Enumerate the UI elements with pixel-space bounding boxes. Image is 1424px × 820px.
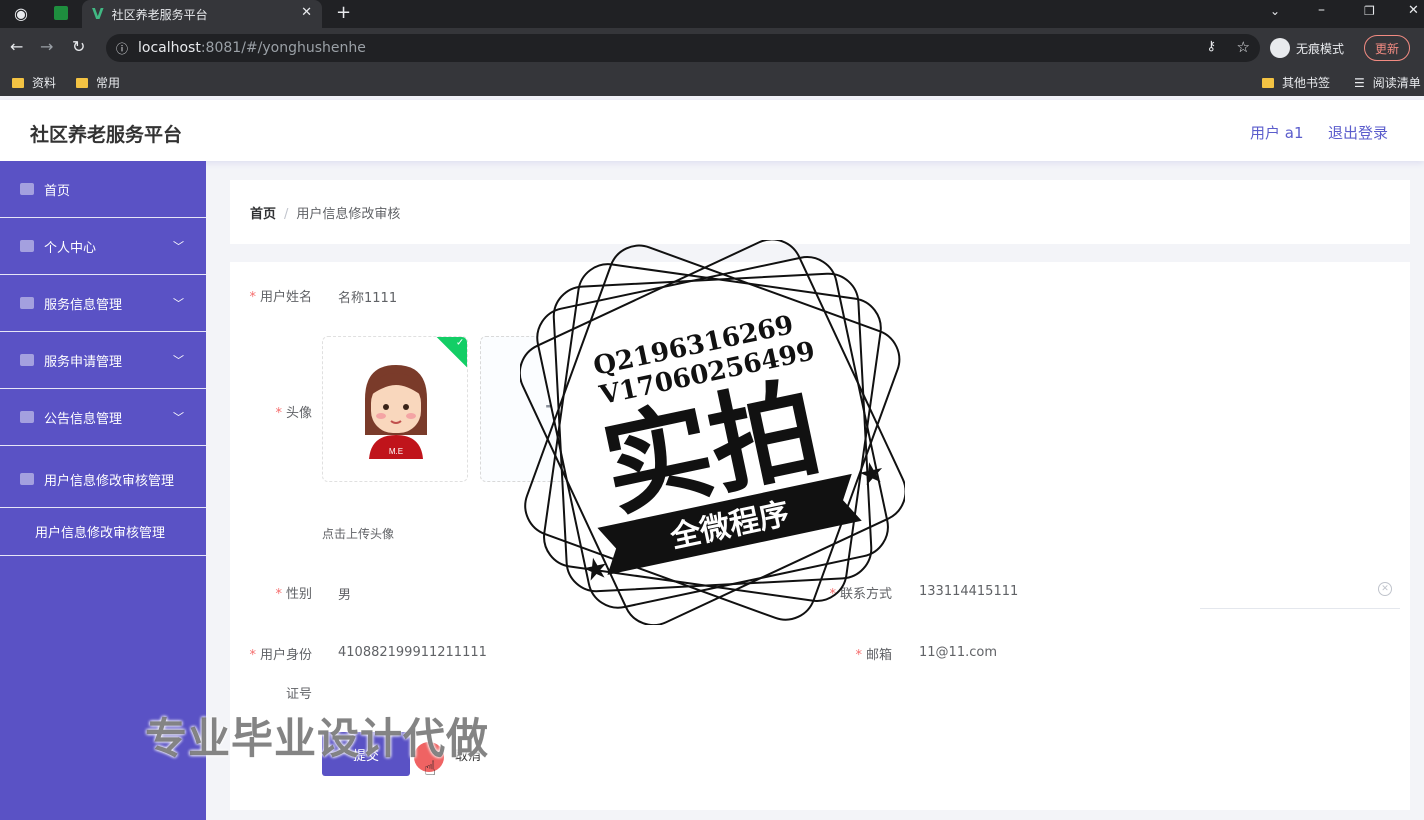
breadcrumb-current: 用户信息修改审核 <box>296 207 401 222</box>
home-icon <box>20 183 34 195</box>
sheets-tab-icon[interactable] <box>54 6 68 20</box>
avatar-label: * 头像 <box>275 406 312 421</box>
globe-icon: ◉ <box>14 4 28 23</box>
gender-select[interactable]: 男 <box>338 584 351 603</box>
key-icon[interactable]: ⚷ <box>1206 39 1216 54</box>
sidebar-item-applications[interactable]: 服务申请管理 ﹀ <box>0 332 206 389</box>
sidebar-item-review[interactable]: 用户信息修改审核管理 <box>0 451 206 508</box>
logout-link[interactable]: 退出登录 <box>1328 122 1388 143</box>
update-label: 更新 <box>1374 41 1399 56</box>
bookmarks-bar: 资料 常用 其他书签 ☰ 阅读清单 <box>0 68 1424 96</box>
url-host: localhost <box>138 40 201 56</box>
avatar-preview[interactable]: M.E ✓ <box>322 336 468 482</box>
list-icon <box>20 297 34 309</box>
gender-label: * 性别 <box>275 587 312 602</box>
idcard-label-line2: 证号 <box>285 687 312 702</box>
user-icon <box>20 240 34 252</box>
window-close-icon[interactable]: ✕ <box>1408 3 1419 18</box>
user-icon <box>20 473 34 485</box>
watermark-caption: 专业毕业设计代做 <box>145 714 490 763</box>
chevron-down-icon: ﹀ <box>173 297 184 310</box>
idcard-label: * 用户身份 <box>249 648 312 663</box>
avatar-badge-text: M.E <box>389 447 403 456</box>
contact-input[interactable]: 133114415111 <box>919 584 1018 599</box>
breadcrumb-card: 首页 / 用户信息修改审核 <box>230 180 1410 244</box>
close-tab-icon[interactable]: ✕ <box>301 5 312 20</box>
folder-icon <box>1262 77 1274 88</box>
bookmark-folder[interactable]: 常用 <box>76 74 120 91</box>
list-icon <box>20 411 34 423</box>
idcard-input[interactable]: 410882199911211111 <box>338 645 487 660</box>
browser-tab-bar: ◉ V 社区养老服务平台 ✕ + ⌄ – ❐ ✕ <box>0 0 1424 28</box>
bookmark-folder[interactable]: 资料 <box>12 74 56 91</box>
tab-search-icon[interactable]: ⌄ <box>1270 4 1280 18</box>
avatar-image: M.E <box>365 365 427 459</box>
upload-hint: 点击上传头像 <box>322 527 395 541</box>
contact-input-border <box>1200 608 1400 609</box>
new-tab-icon[interactable]: + <box>336 2 351 23</box>
folder-icon <box>76 77 88 88</box>
incognito-indicator[interactable]: 无痕模式 <box>1270 38 1344 58</box>
chevron-down-icon: ﹀ <box>173 354 184 367</box>
address-bar[interactable]: ⓘ localhost:8081/#/yonghushenhe ⚷ ☆ <box>106 34 1260 62</box>
star-icon[interactable]: ☆ <box>1237 38 1250 56</box>
breadcrumb-separator: / <box>284 207 289 222</box>
check-icon: ✓ <box>455 337 465 349</box>
chevron-down-icon: ﹀ <box>173 240 184 253</box>
star-icon: ★ <box>855 454 889 494</box>
sidebar-subitem-review[interactable]: 用户信息修改审核管理 <box>0 508 206 556</box>
incognito-icon <box>1270 38 1290 58</box>
incognito-label: 无痕模式 <box>1296 41 1345 56</box>
sidebar-item-notices[interactable]: 公告信息管理 ﹀ <box>0 389 206 446</box>
clear-icon[interactable]: ✕ <box>1378 582 1392 596</box>
tab-title: 社区养老服务平台 <box>111 7 208 22</box>
active-tab[interactable]: V 社区养老服务平台 ✕ <box>82 0 322 28</box>
vue-logo-icon: V <box>92 5 104 23</box>
breadcrumb: 首页 / 用户信息修改审核 <box>250 203 400 222</box>
forward-icon[interactable]: → <box>40 37 53 56</box>
minimize-icon[interactable]: – <box>1318 2 1325 18</box>
sidebar-item-services[interactable]: 服务信息管理 ﹀ <box>0 275 206 332</box>
url-path: :8081/#/yonghushenhe <box>200 40 366 56</box>
reading-list[interactable]: ☰ 阅读清单 <box>1354 74 1421 91</box>
brand-title: 社区养老服务平台 <box>30 124 183 146</box>
name-label: * 用户姓名 <box>249 290 312 305</box>
bookmark-folder[interactable]: 其他书签 <box>1262 74 1330 91</box>
info-icon[interactable]: ⓘ <box>116 40 128 57</box>
back-icon[interactable]: ← <box>10 37 23 56</box>
folder-icon <box>12 77 24 88</box>
email-input[interactable]: 11@11.com <box>919 645 997 660</box>
watermark-stamp: Q2196316269 V17060256499 实拍 全微程序 ★ ★ <box>520 240 905 625</box>
app-header: 社区养老服务平台 用户 a1 退出登录 <box>0 100 1424 161</box>
reload-icon[interactable]: ↻ <box>72 37 85 56</box>
chevron-down-icon: ﹀ <box>173 411 184 424</box>
update-button[interactable]: 更新 <box>1364 35 1410 61</box>
name-value[interactable]: 名称1111 <box>338 287 397 306</box>
reading-list-icon: ☰ <box>1354 75 1365 90</box>
current-user: 用户 a1 <box>1250 124 1304 142</box>
clipboard-icon <box>20 354 34 366</box>
sidebar-item-profile[interactable]: 个人中心 ﹀ <box>0 218 206 275</box>
sidebar-item-home[interactable]: 首页 <box>0 161 206 218</box>
email-label: * 邮箱 <box>855 648 892 663</box>
restore-icon[interactable]: ❐ <box>1364 4 1375 18</box>
breadcrumb-home[interactable]: 首页 <box>250 207 276 222</box>
browser-toolbar: ← → ↻ ⓘ localhost:8081/#/yonghushenhe ⚷ … <box>0 28 1424 68</box>
